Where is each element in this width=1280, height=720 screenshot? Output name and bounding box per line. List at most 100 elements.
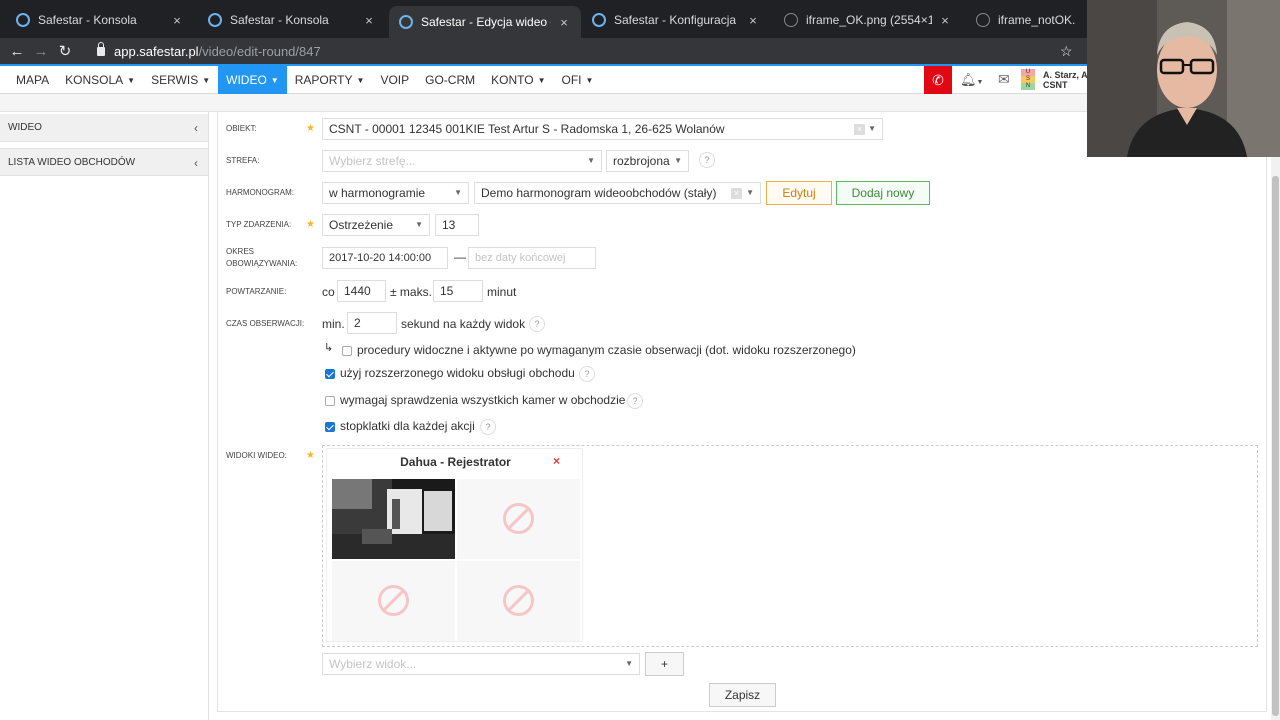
browser-tab[interactable]: Safestar - Konfiguracja urządzeń × — [582, 6, 770, 34]
sidebar-item-wideo[interactable]: WIDEO ‹ — [0, 114, 208, 142]
close-icon[interactable]: × — [557, 15, 571, 30]
close-icon[interactable]: × — [362, 13, 376, 28]
obiekt-value: CSNT - 00001 12345 001KIE Test Artur S -… — [329, 122, 725, 136]
wszystkie-kamery-label: wymagaj sprawdzenia wszystkich kamer w o… — [340, 393, 626, 407]
no-camera-icon — [503, 585, 534, 616]
add-view-select[interactable]: Wybierz widok... ▼ — [322, 653, 640, 675]
browser-tab[interactable]: Safestar - Konsola × — [198, 6, 386, 34]
caret-down-icon: ▼ — [454, 188, 462, 197]
save-button[interactable]: Zapisz — [709, 683, 776, 707]
messages-button[interactable]: ✉ — [998, 71, 1010, 88]
add-schedule-button[interactable]: Dodaj nowy — [836, 181, 930, 205]
camera-slot-empty[interactable] — [457, 561, 580, 641]
help-icon[interactable]: ? — [480, 419, 496, 435]
tab-title: Safestar - Edycja wideo obchodu — [421, 15, 551, 29]
globe-icon — [784, 13, 798, 27]
strefa-placeholder: Wybierz strefę... — [329, 154, 416, 168]
harmonogram-value: Demo harmonogram wideoobchodów (stały) — [481, 186, 717, 200]
okres-start-field[interactable]: 2017-10-20 14:00:00 — [322, 247, 448, 269]
caret-down-icon: ▼ — [537, 75, 546, 85]
menu-item-konto[interactable]: KONTO ▼ — [483, 66, 553, 94]
procedury-checkbox[interactable] — [342, 346, 352, 356]
camera-slot-empty[interactable] — [457, 479, 580, 559]
powtarzanie-max-field[interactable]: 15 — [433, 280, 483, 302]
stopklatki-checkbox[interactable] — [325, 422, 335, 432]
notifications-button[interactable]: 🔔︎▼ — [960, 72, 983, 88]
page-scrollbar[interactable] — [1271, 112, 1280, 720]
add-view-button[interactable]: + — [645, 652, 684, 676]
tab-title: iframe_OK.png (2554×1278) — [806, 13, 932, 27]
strefa-select[interactable]: Wybierz strefę... ▼ — [322, 150, 602, 172]
caret-down-icon: ▼ — [127, 75, 136, 85]
stopklatki-label: stopklatki dla każdej akcji — [340, 419, 475, 433]
bookmark-star-icon[interactable]: ☆ — [1060, 43, 1073, 60]
sidebar-item-lista-wideo-obchodow[interactable]: LISTA WIDEO OBCHODÓW ‹ — [0, 148, 208, 176]
harmonogram-label: HARMONOGRAM: — [226, 188, 294, 197]
okres-end-field[interactable]: bez daty końcowej — [468, 247, 596, 269]
clear-icon[interactable]: × — [731, 188, 742, 199]
chevron-left-icon: ‹ — [194, 121, 198, 135]
tab-title: Safestar - Konsola — [38, 13, 137, 27]
menu-item-konsola[interactable]: KONSOLA ▼ — [57, 66, 143, 94]
camera-slot[interactable] — [332, 479, 455, 559]
menu-item-wideo[interactable]: WIDEO ▼ — [218, 66, 287, 94]
user-menu[interactable]: A. Starz, A CSNT — [1043, 70, 1088, 90]
rozszerzony-widok-label: użyj rozszerzonego widoku obsługi obchod… — [340, 366, 575, 380]
browser-tab[interactable]: Safestar - Konsola × — [6, 6, 194, 34]
menu-item-serwis[interactable]: SERWIS ▼ — [143, 66, 218, 94]
edit-schedule-button[interactable]: Edytuj — [766, 181, 832, 205]
strefa-state-value: rozbrojona — [613, 154, 670, 168]
help-icon[interactable]: ? — [529, 316, 545, 332]
rozszerzony-widok-checkbox[interactable] — [325, 369, 335, 379]
user-name: A. Starz, A — [1043, 70, 1088, 80]
forward-arrow-icon[interactable]: → — [29, 43, 53, 60]
powtarzanie-mid: ± maks. — [390, 285, 432, 299]
strefa-state-select[interactable]: rozbrojona ▼ — [606, 150, 689, 172]
okres-label-line2: OBOWIĄZYWANIA: — [226, 259, 298, 268]
user-org: CSNT — [1043, 80, 1068, 90]
status-badge: S — [1021, 76, 1035, 83]
caret-down-icon: ▼ — [587, 156, 595, 165]
shield-icon — [592, 13, 606, 27]
menu-item-raporty[interactable]: RAPORTY ▼ — [287, 66, 373, 94]
typ-zdarzenia-value: Ostrzeżenie — [329, 218, 394, 232]
harmonogram-mode-value: w harmonogramie — [329, 186, 426, 200]
browser-tab[interactable]: iframe_notOK.png (2554×1278) — [966, 6, 1086, 34]
status-badge: U — [1021, 69, 1035, 76]
caret-down-icon: ▼ — [868, 124, 876, 133]
czas-obserwacji-field[interactable]: 2 — [347, 312, 397, 334]
close-icon[interactable]: × — [746, 13, 760, 28]
obiekt-select[interactable]: CSNT - 00001 12345 001KIE Test Artur S -… — [322, 118, 883, 140]
help-icon[interactable]: ? — [699, 152, 715, 168]
typ-zdarzenia-code-field[interactable]: 13 — [435, 214, 479, 236]
help-icon[interactable]: ? — [627, 393, 643, 409]
menu-item-mapa[interactable]: MAPA — [0, 66, 57, 94]
status-badges: U S N — [1021, 69, 1035, 91]
wszystkie-kamery-checkbox[interactable] — [325, 396, 335, 406]
browser-tab-active[interactable]: Safestar - Edycja wideo obchodu × — [389, 6, 581, 38]
menu-item-voip[interactable]: VOIP — [372, 66, 417, 94]
camera-preview — [332, 479, 455, 559]
powtarzanie-field[interactable]: 1440 — [337, 280, 386, 302]
camera-snapshot — [332, 479, 455, 559]
menu-item-go-crm[interactable]: GO-CRM — [417, 66, 483, 94]
status-badge: N — [1021, 83, 1035, 90]
scrollbar-thumb[interactable] — [1272, 176, 1279, 716]
harmonogram-mode-select[interactable]: w harmonogramie ▼ — [322, 182, 469, 204]
browser-tab[interactable]: iframe_OK.png (2554×1278) × — [774, 6, 962, 34]
close-icon[interactable]: × — [170, 13, 184, 28]
menu-item-ofi[interactable]: OFI ▼ — [554, 66, 602, 94]
menu-item-label: KONTO — [491, 73, 534, 87]
harmonogram-select[interactable]: Demo harmonogram wideoobchodów (stały) ×… — [474, 182, 761, 204]
reload-icon[interactable]: ↻ — [53, 42, 77, 60]
clear-icon[interactable]: × — [854, 124, 865, 135]
close-icon[interactable]: × — [938, 13, 952, 28]
video-view-card[interactable]: Dahua - Rejestrator × — [326, 448, 583, 642]
camera-slot-empty[interactable] — [332, 561, 455, 641]
url-field[interactable]: app.safestar.pl/video/edit-round/847 — [97, 41, 321, 59]
typ-zdarzenia-select[interactable]: Ostrzeżenie ▼ — [322, 214, 430, 236]
remove-view-icon[interactable]: × — [553, 454, 560, 468]
phone-button[interactable]: ✆ — [924, 66, 952, 94]
back-arrow-icon[interactable]: ← — [5, 43, 29, 60]
help-icon[interactable]: ? — [579, 366, 595, 382]
